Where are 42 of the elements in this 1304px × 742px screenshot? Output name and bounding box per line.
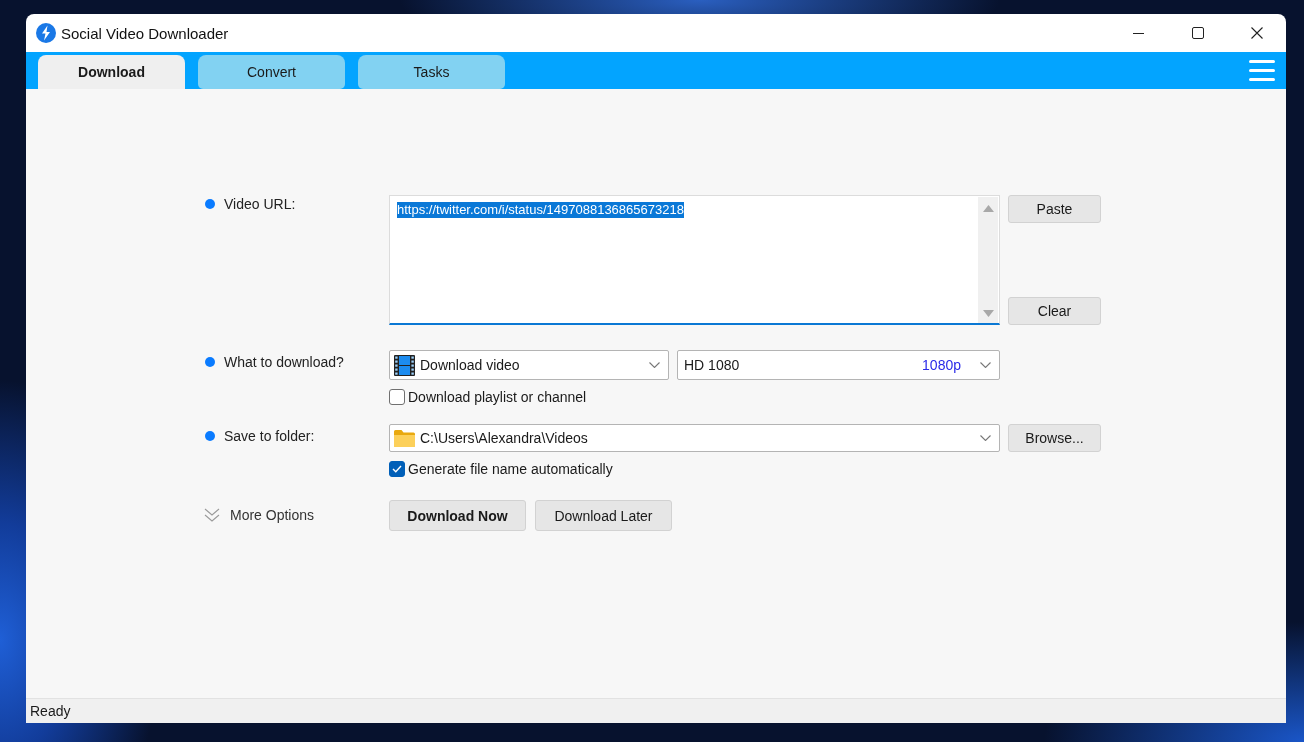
paste-button[interactable]: Paste xyxy=(1008,195,1101,223)
tab[interactable]: Download xyxy=(38,55,185,89)
field-label: Video URL: xyxy=(224,196,296,212)
tab[interactable]: Convert xyxy=(198,55,345,89)
checkbox[interactable] xyxy=(389,461,405,477)
maximize-icon xyxy=(1191,27,1204,39)
clear-button[interactable]: Clear xyxy=(1008,297,1101,325)
minimize-icon xyxy=(1133,32,1144,34)
checkbox-label[interactable]: Download playlist or channel xyxy=(408,389,587,405)
status-text: Ready xyxy=(30,703,71,719)
bullet-dot-icon xyxy=(205,431,215,441)
more-options-toggle[interactable]: More Options xyxy=(204,506,315,524)
download-now-button[interactable]: Download Now xyxy=(389,500,526,531)
menu-icon xyxy=(1249,60,1275,81)
folder-dropdown[interactable]: C:\Users\Alexandra\Videos xyxy=(389,424,1000,452)
browse-button[interactable]: Browse... xyxy=(1008,424,1101,452)
bullet-dot-icon xyxy=(205,357,215,367)
field-label: Save to folder: xyxy=(224,428,315,444)
chevron-down-icon xyxy=(649,362,660,368)
checkbox-label[interactable]: Generate file name automatically xyxy=(408,461,613,477)
resolution-tag: 1080p xyxy=(922,357,961,373)
scroll-down-icon xyxy=(982,310,994,317)
download-later-button[interactable]: Download Later xyxy=(535,500,672,531)
field-label: What to download? xyxy=(224,354,344,370)
menu-button[interactable] xyxy=(1248,57,1276,84)
window-title: Social Video Downloader xyxy=(61,24,229,42)
url-field[interactable]: https://twitter.com/i/status/1497088136865673218 xyxy=(389,195,1000,325)
close-icon xyxy=(1250,27,1263,39)
scroll-up-icon xyxy=(982,205,994,212)
checkmark-icon xyxy=(392,465,402,473)
scrollbar[interactable] xyxy=(978,197,998,323)
url-text: https://twitter.com/i/status/1497088136865673218 xyxy=(397,202,684,218)
app-logo-icon xyxy=(36,23,56,43)
film-strip-icon xyxy=(394,354,415,376)
bullet-dot-icon xyxy=(205,199,215,209)
tab[interactable]: Tasks xyxy=(358,55,505,89)
chevron-down-icon xyxy=(980,435,991,441)
checkbox[interactable] xyxy=(389,389,405,405)
download-type-dropdown[interactable]: Download video xyxy=(389,350,669,380)
chevron-down-icon xyxy=(980,362,991,368)
folder-icon xyxy=(394,429,415,447)
quality-dropdown[interactable]: HD 1080 1080p xyxy=(677,350,1000,380)
